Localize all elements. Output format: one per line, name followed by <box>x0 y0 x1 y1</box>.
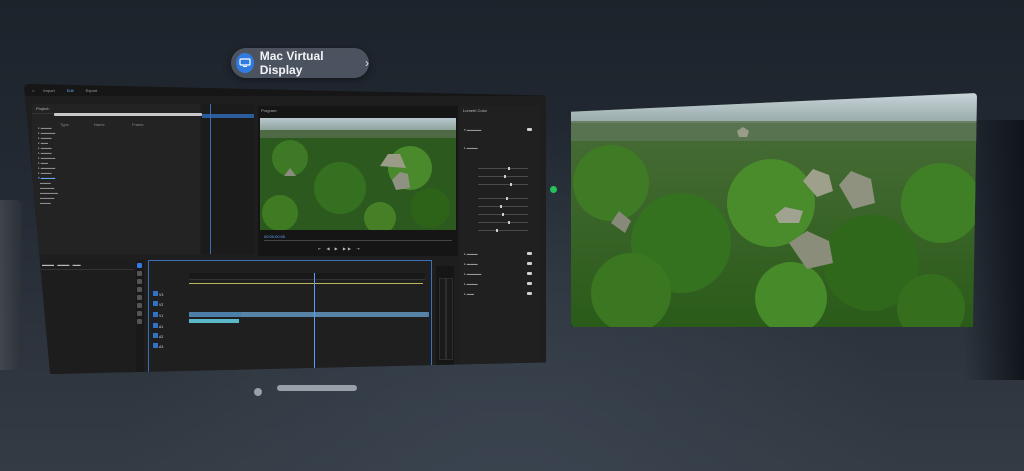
audio-clip[interactable] <box>189 319 239 323</box>
app-topbar: ⌂ Import Edit Export <box>24 84 546 96</box>
effects-panel[interactable]: ▬▬▬ ▬▬▬ ▬▬ <box>38 260 134 374</box>
fx-row: ▸ ▬▬▬ <box>464 146 478 150</box>
program-monitor[interactable]: Program: 00:00:00:00 ⇤ ◀ ▶ ▶▶ ⇥ <box>258 106 458 256</box>
source-panel[interactable] <box>202 104 254 254</box>
track-header-v1[interactable]: V1 <box>153 312 179 318</box>
program-scrub-bar[interactable] <box>264 240 452 241</box>
track-select-tool-icon[interactable] <box>137 271 142 276</box>
track-header-v2[interactable]: V2 <box>153 301 179 307</box>
audio-meter-left <box>439 278 446 360</box>
fx-row: ▸ ▬▬▬ <box>464 252 478 256</box>
program-monitor-title: Program: <box>261 108 278 113</box>
environment-left-edge <box>0 200 22 370</box>
effect-controls-panel[interactable]: Lumetri Color ▾ ▬▬▬▬ ▸ ▬▬▬ ▸ ▬▬▬ ▸ ▬▬▬ ▸… <box>460 106 540 374</box>
fx-slider[interactable] <box>478 213 528 216</box>
window-move-handle[interactable] <box>277 385 357 391</box>
timeline-title <box>149 261 431 265</box>
fx-toggle[interactable] <box>527 282 532 285</box>
program-timecode: 00:00:00:00 <box>264 234 286 239</box>
track-header-a1[interactable]: A1 <box>153 323 179 329</box>
display-screen-icon <box>236 53 254 73</box>
chevron-right-icon: › <box>365 56 369 70</box>
hand-tool-icon[interactable] <box>137 311 142 316</box>
program-monitor-image <box>260 118 456 230</box>
fx-row: ▸ ▬▬▬▬ <box>464 272 482 276</box>
tab-import[interactable]: Import <box>40 88 57 93</box>
fx-row: ▸ ▬▬ <box>464 292 474 296</box>
column-type[interactable]: Type <box>60 122 69 127</box>
fx-toggle[interactable] <box>527 252 532 255</box>
fx-slider[interactable] <box>478 183 528 186</box>
track-header-a2[interactable]: A2 <box>153 333 179 339</box>
type-tool-icon[interactable] <box>137 319 142 324</box>
pen-tool-icon[interactable] <box>137 303 142 308</box>
effect-controls-title: Lumetri Color <box>463 108 488 113</box>
column-frame[interactable]: Frame <box>132 122 144 127</box>
razor-tool-icon[interactable] <box>137 287 142 292</box>
mac-virtual-display-window[interactable]: ⌂ Import Edit Export Project: Type Name … <box>24 84 546 374</box>
tab-export[interactable]: Export <box>83 88 101 93</box>
fx-slider[interactable] <box>478 205 528 208</box>
project-bin-tree[interactable]: ▸ ▬▬▬ ▸ ▬▬▬▬ ▸ ▬▬▬ ▸ ▬▬ ▸ ▬▬▬ ▸ ▬▬▬ ▸ ▬▬▬▬ ▸ ▬▬… <box>38 126 58 206</box>
project-search-input[interactable] <box>54 113 202 116</box>
fx-row: ▸ ▬▬▬ <box>464 262 478 266</box>
tools-panel[interactable] <box>136 260 144 374</box>
column-name[interactable]: Name <box>94 122 105 127</box>
fx-toggle[interactable] <box>527 128 532 131</box>
tab-edit[interactable]: Edit <box>64 88 77 93</box>
project-panel[interactable]: Project: Type Name Frame ▸ ▬▬▬ ▸ ▬▬▬▬ ▸ ▬▬… <box>32 104 202 254</box>
timeline-playhead[interactable] <box>314 273 315 373</box>
fx-slider[interactable] <box>478 167 528 170</box>
track-header-v3[interactable]: V3 <box>153 291 179 297</box>
audio-meters <box>436 266 454 366</box>
fx-slider[interactable] <box>478 229 528 232</box>
fx-slider[interactable] <box>478 197 528 200</box>
fx-slider[interactable] <box>478 175 528 178</box>
status-dot <box>550 186 557 193</box>
fx-slider[interactable] <box>478 221 528 224</box>
selection-tool-icon[interactable] <box>137 263 142 268</box>
home-icon[interactable]: ⌂ <box>32 88 34 93</box>
timeline-ruler[interactable] <box>189 273 425 280</box>
jungle-aerial-preview <box>571 93 977 327</box>
effects-panel-tabs[interactable]: ▬▬▬ ▬▬▬ ▬▬ <box>38 260 134 270</box>
fx-row: ▸ ▬▬▬ <box>464 282 478 286</box>
pill-label: Mac Virtual Display <box>259 49 324 77</box>
fx-row: ▾ ▬▬▬▬ <box>464 128 482 132</box>
window-close-dot[interactable] <box>254 388 262 396</box>
timeline-panel[interactable]: V3 V2 V1 A1 A2 A3 <box>148 260 432 374</box>
ripple-edit-tool-icon[interactable] <box>137 279 142 284</box>
fx-toggle[interactable] <box>527 272 532 275</box>
transport-controls[interactable]: ⇤ ◀ ▶ ▶▶ ⇥ <box>318 246 361 251</box>
fx-toggle[interactable] <box>527 292 532 295</box>
fx-toggle[interactable] <box>527 262 532 265</box>
slip-tool-icon[interactable] <box>137 295 142 300</box>
track-header-a3[interactable]: A3 <box>153 343 179 349</box>
video-preview-window[interactable] <box>571 93 977 327</box>
source-playhead[interactable] <box>210 104 211 254</box>
mac-virtual-display-button[interactable]: Mac Virtual Display › <box>231 48 369 78</box>
work-area-bar[interactable] <box>189 283 423 284</box>
video-clip[interactable] <box>241 312 427 317</box>
audio-meter-right <box>446 278 453 360</box>
